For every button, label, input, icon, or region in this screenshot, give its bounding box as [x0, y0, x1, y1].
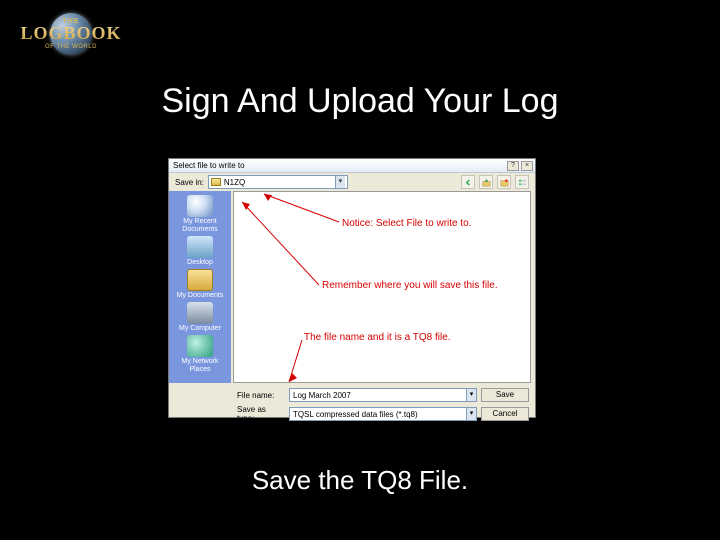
- file-list-area[interactable]: Notice: Select File to write to. Remembe…: [233, 191, 531, 383]
- up-button[interactable]: [479, 175, 493, 189]
- chevron-down-icon[interactable]: ▾: [335, 176, 345, 188]
- place-recent[interactable]: My Recent Documents: [172, 195, 228, 234]
- save-dialog: Select file to write to ? × Save in: N1Z…: [168, 158, 536, 418]
- savein-combo[interactable]: N1ZQ ▾: [208, 175, 348, 189]
- place-desktop-label: Desktop: [172, 259, 228, 267]
- help-button[interactable]: ?: [507, 161, 519, 171]
- chevron-down-icon[interactable]: ▾: [466, 408, 476, 420]
- place-network[interactable]: My Network Places: [172, 335, 228, 374]
- place-recent-label: My Recent Documents: [172, 218, 228, 234]
- computer-icon: [187, 302, 213, 324]
- slide-title: Sign And Upload Your Log: [0, 82, 720, 121]
- places-bar: My Recent Documents Desktop My Documents…: [169, 191, 231, 383]
- back-button[interactable]: [461, 175, 475, 189]
- logo: THE LOGBOOK OF THE WORLD: [6, 6, 136, 62]
- network-icon: [187, 335, 213, 357]
- dialog-body: My Recent Documents Desktop My Documents…: [169, 191, 535, 383]
- savein-value: N1ZQ: [224, 178, 245, 187]
- saveas-label: Save as type:: [237, 405, 285, 423]
- slide-caption: Save the TQ8 File.: [0, 465, 720, 496]
- globe-icon: [50, 13, 92, 55]
- saveas-combo[interactable]: TQSL compressed data files (*.tq8) ▾: [289, 407, 477, 421]
- view-menu-button[interactable]: [515, 175, 529, 189]
- annotation-a: Notice: Select File to write to.: [342, 218, 472, 229]
- filename-value: Log March 2007: [293, 391, 351, 400]
- annotation-c: The file name and it is a TQ8 file.: [304, 332, 451, 343]
- dialog-bottom: File name: Log March 2007 ▾ Save Save as…: [169, 383, 535, 426]
- chevron-down-icon[interactable]: ▾: [466, 389, 476, 401]
- recent-icon: [187, 195, 213, 217]
- place-desktop[interactable]: Desktop: [172, 236, 228, 267]
- place-mycomputer-label: My Computer: [172, 325, 228, 333]
- cancel-button[interactable]: Cancel: [481, 407, 529, 421]
- titlebar-buttons: ? ×: [507, 161, 533, 171]
- new-folder-button[interactable]: [497, 175, 511, 189]
- desktop-icon: [187, 236, 213, 258]
- savein-label: Save in:: [175, 178, 204, 187]
- place-mycomputer[interactable]: My Computer: [172, 302, 228, 333]
- folder-icon: [211, 178, 221, 186]
- save-button[interactable]: Save: [481, 388, 529, 402]
- mydocs-icon: [187, 269, 213, 291]
- arrow-b: [234, 192, 534, 292]
- filename-input[interactable]: Log March 2007 ▾: [289, 388, 477, 402]
- annotation-b: Remember where you will save this file.: [322, 280, 498, 291]
- place-mydocs-label: My Documents: [172, 292, 228, 300]
- close-button[interactable]: ×: [521, 161, 533, 171]
- dialog-titlebar: Select file to write to ? ×: [169, 159, 535, 173]
- dialog-toolbar: Save in: N1ZQ ▾: [169, 173, 535, 191]
- dialog-title: Select file to write to: [173, 161, 245, 170]
- filename-label: File name:: [237, 391, 285, 400]
- saveas-value: TQSL compressed data files (*.tq8): [293, 410, 418, 419]
- place-network-label: My Network Places: [172, 358, 228, 374]
- place-mydocs[interactable]: My Documents: [172, 269, 228, 300]
